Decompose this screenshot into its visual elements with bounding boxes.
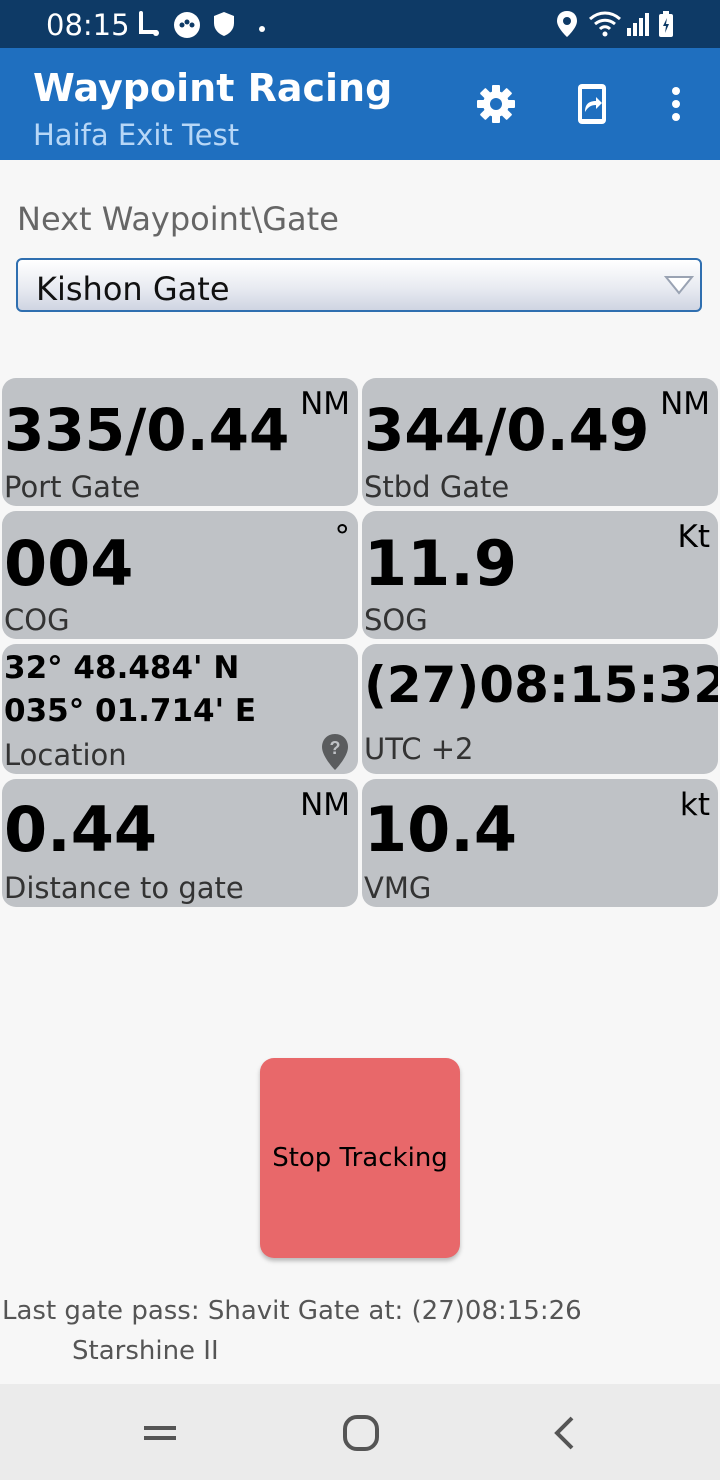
sog-label: SOG — [364, 603, 428, 637]
location-label: Location — [4, 738, 127, 772]
more-vert-icon — [672, 87, 680, 121]
gps-dots-icon — [172, 10, 202, 45]
status-time: 08:15 — [46, 8, 130, 42]
port-gate-label: Port Gate — [4, 470, 141, 504]
share-icon — [578, 84, 606, 124]
wifi-icon — [588, 10, 622, 43]
vmg-unit: kt — [679, 787, 710, 823]
waypoint-select[interactable]: Kishon Gate — [16, 258, 702, 312]
vmg-value: 10.4 — [364, 793, 517, 866]
location-help-icon[interactable]: ? — [320, 732, 350, 774]
distance-value: 0.44 — [4, 793, 157, 866]
signal-icon — [626, 10, 650, 43]
vmg-label: VMG — [364, 871, 432, 905]
app-title: Waypoint Racing — [33, 66, 393, 110]
stbd-gate-value: 344/0.49 — [364, 396, 650, 464]
location-latitude: 32° 48.484' N — [4, 650, 240, 686]
next-waypoint-label: Next Waypoint\Gate — [17, 200, 339, 238]
more-options-button[interactable] — [652, 78, 700, 130]
back-button[interactable] — [534, 1408, 594, 1458]
distance-label: Distance to gate — [4, 871, 244, 905]
cog-label: COG — [4, 603, 70, 637]
vmg-tile: 10.4 kt VMG — [362, 779, 718, 907]
sog-value: 11.9 — [364, 527, 517, 600]
location-tile: 32° 48.484' N 035° 01.714' E Location ? — [2, 644, 358, 774]
home-button[interactable] — [331, 1408, 391, 1458]
recents-button[interactable] — [130, 1408, 190, 1458]
svg-text:?: ? — [330, 738, 341, 758]
time-label: UTC +2 — [364, 732, 474, 766]
stop-tracking-button[interactable]: Stop Tracking — [260, 1058, 460, 1258]
dot-icon — [258, 20, 266, 38]
boat-name: Starshine II — [72, 1336, 219, 1366]
battery-icon — [658, 10, 674, 43]
recents-icon — [144, 1426, 176, 1440]
location-longitude: 035° 01.714' E — [4, 693, 257, 729]
stbd-gate-tile: 344/0.49 NM Stbd Gate — [362, 378, 718, 506]
status-bar: 08:15 — [0, 0, 720, 48]
app-subtitle: Haifa Exit Test — [33, 118, 240, 152]
stbd-gate-label: Stbd Gate — [364, 470, 510, 504]
port-gate-tile: 335/0.44 NM Port Gate — [2, 378, 358, 506]
cog-tile: 004 ° COG — [2, 511, 358, 639]
app-bar: Waypoint Racing Haifa Exit Test — [0, 48, 720, 160]
cog-unit: ° — [334, 519, 351, 555]
cog-value: 004 — [4, 527, 134, 600]
location-pin-icon — [556, 10, 578, 43]
time-value: (27)08:15:32 — [364, 656, 718, 714]
shield-icon — [212, 10, 236, 43]
port-gate-unit: NM — [300, 386, 350, 422]
last-gate-pass: Last gate pass: Shavit Gate at: (27)08:1… — [2, 1296, 582, 1326]
dropdown-arrow-icon — [663, 274, 695, 301]
tracking-app-icon — [136, 10, 162, 43]
back-icon — [554, 1416, 574, 1450]
home-icon — [343, 1415, 379, 1451]
share-button[interactable] — [568, 78, 616, 130]
sog-unit: Kt — [677, 519, 710, 555]
gear-icon — [477, 85, 515, 123]
navigation-bar — [0, 1384, 720, 1480]
settings-button[interactable] — [472, 78, 520, 130]
distance-tile: 0.44 NM Distance to gate — [2, 779, 358, 907]
sog-tile: 11.9 Kt SOG — [362, 511, 718, 639]
time-tile: (27)08:15:32 UTC +2 — [362, 644, 718, 774]
distance-unit: NM — [300, 787, 350, 823]
stbd-gate-unit: NM — [660, 386, 710, 422]
port-gate-value: 335/0.44 — [4, 396, 290, 464]
waypoint-select-value: Kishon Gate — [36, 270, 230, 308]
